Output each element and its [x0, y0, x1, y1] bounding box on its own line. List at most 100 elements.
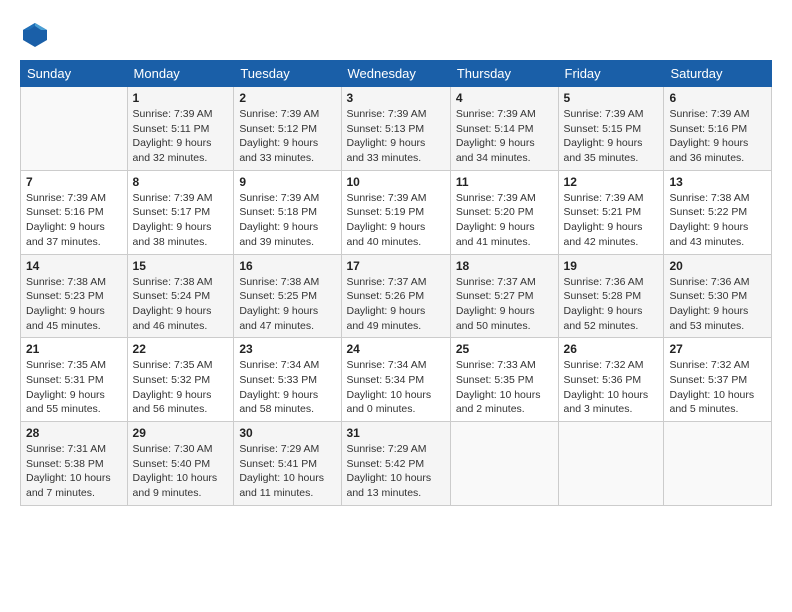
calendar-cell: [664, 422, 772, 506]
calendar-cell: 24 Sunrise: 7:34 AMSunset: 5:34 PMDayligh…: [341, 338, 450, 422]
day-info: Sunrise: 7:35 AMSunset: 5:31 PMDaylight:…: [26, 358, 122, 417]
day-number: 29: [133, 426, 229, 440]
logo: [20, 20, 54, 50]
day-number: 6: [669, 91, 766, 105]
day-info: Sunrise: 7:39 AMSunset: 5:15 PMDaylight:…: [564, 107, 659, 166]
col-header-thursday: Thursday: [450, 61, 558, 87]
week-row-1: 1 Sunrise: 7:39 AMSunset: 5:11 PMDaylight…: [21, 87, 772, 171]
calendar-cell: 12 Sunrise: 7:39 AMSunset: 5:21 PMDayligh…: [558, 170, 664, 254]
week-row-3: 14Sunrise: 7:38 AMSunset: 5:23 PMDayligh…: [21, 254, 772, 338]
calendar-cell: [450, 422, 558, 506]
day-info: Sunrise: 7:39 AMSunset: 5:21 PMDaylight:…: [564, 191, 659, 250]
calendar-cell: 8Sunrise: 7:39 AMSunset: 5:17 PMDaylight…: [127, 170, 234, 254]
calendar-cell: 28 Sunrise: 7:31 AMSunset: 5:38 PMDayligh…: [21, 422, 128, 506]
col-header-friday: Friday: [558, 61, 664, 87]
col-header-monday: Monday: [127, 61, 234, 87]
day-number: 20: [669, 259, 766, 273]
day-number: 24: [347, 342, 445, 356]
day-number: 19: [564, 259, 659, 273]
day-number: 16: [239, 259, 335, 273]
day-info: Sunrise: 7:39 AMSunset: 5:20 PMDaylight:…: [456, 191, 553, 250]
calendar-cell: 1 Sunrise: 7:39 AMSunset: 5:11 PMDaylight…: [127, 87, 234, 171]
day-info: Sunrise: 7:38 AMSunset: 5:25 PMDaylight:…: [239, 275, 335, 334]
day-info: Sunrise: 7:35 AMSunset: 5:32 PMDaylight:…: [133, 358, 229, 417]
day-info: Sunrise: 7:31 AMSunset: 5:38 PMDaylight:…: [26, 442, 122, 501]
day-info: Sunrise: 7:34 AMSunset: 5:33 PMDaylight:…: [239, 358, 335, 417]
day-info: Sunrise: 7:39 AMSunset: 5:16 PMDaylight:…: [26, 191, 122, 250]
day-number: 13: [669, 175, 766, 189]
calendar-cell: 2 Sunrise: 7:39 AMSunset: 5:12 PMDaylight…: [234, 87, 341, 171]
day-info: Sunrise: 7:34 AMSunset: 5:34 PMDaylight:…: [347, 358, 445, 417]
calendar-cell: 19 Sunrise: 7:36 AMSunset: 5:28 PMDayligh…: [558, 254, 664, 338]
day-info: Sunrise: 7:39 AMSunset: 5:18 PMDaylight:…: [239, 191, 335, 250]
day-info: Sunrise: 7:33 AMSunset: 5:35 PMDaylight:…: [456, 358, 553, 417]
col-header-tuesday: Tuesday: [234, 61, 341, 87]
day-info: Sunrise: 7:39 AMSunset: 5:19 PMDaylight:…: [347, 191, 445, 250]
week-row-4: 21Sunrise: 7:35 AMSunset: 5:31 PMDayligh…: [21, 338, 772, 422]
day-number: 12: [564, 175, 659, 189]
day-number: 27: [669, 342, 766, 356]
day-number: 5: [564, 91, 659, 105]
day-info: Sunrise: 7:38 AMSunset: 5:24 PMDaylight:…: [133, 275, 229, 334]
calendar-cell: 23 Sunrise: 7:34 AMSunset: 5:33 PMDayligh…: [234, 338, 341, 422]
calendar-cell: [558, 422, 664, 506]
day-info: Sunrise: 7:32 AMSunset: 5:37 PMDaylight:…: [669, 358, 766, 417]
day-info: Sunrise: 7:30 AMSunset: 5:40 PMDaylight:…: [133, 442, 229, 501]
day-info: Sunrise: 7:37 AMSunset: 5:27 PMDaylight:…: [456, 275, 553, 334]
calendar-cell: 9Sunrise: 7:39 AMSunset: 5:18 PMDaylight…: [234, 170, 341, 254]
day-info: Sunrise: 7:37 AMSunset: 5:26 PMDaylight:…: [347, 275, 445, 334]
day-number: 3: [347, 91, 445, 105]
col-header-saturday: Saturday: [664, 61, 772, 87]
day-info: Sunrise: 7:36 AMSunset: 5:28 PMDaylight:…: [564, 275, 659, 334]
day-number: 7: [26, 175, 122, 189]
day-info: Sunrise: 7:39 AMSunset: 5:12 PMDaylight:…: [239, 107, 335, 166]
calendar-cell: 26Sunrise: 7:32 AMSunset: 5:36 PMDayligh…: [558, 338, 664, 422]
day-info: Sunrise: 7:38 AMSunset: 5:22 PMDaylight:…: [669, 191, 766, 250]
calendar-cell: 4Sunrise: 7:39 AMSunset: 5:14 PMDaylight…: [450, 87, 558, 171]
calendar-cell: 7 Sunrise: 7:39 AMSunset: 5:16 PMDaylight…: [21, 170, 128, 254]
day-info: Sunrise: 7:32 AMSunset: 5:36 PMDaylight:…: [564, 358, 659, 417]
calendar-cell: 21Sunrise: 7:35 AMSunset: 5:31 PMDayligh…: [21, 338, 128, 422]
calendar-cell: 27 Sunrise: 7:32 AMSunset: 5:37 PMDayligh…: [664, 338, 772, 422]
day-number: 30: [239, 426, 335, 440]
day-info: Sunrise: 7:39 AMSunset: 5:11 PMDaylight:…: [133, 107, 229, 166]
calendar-cell: 11 Sunrise: 7:39 AMSunset: 5:20 PMDayligh…: [450, 170, 558, 254]
day-number: 8: [133, 175, 229, 189]
calendar-cell: [21, 87, 128, 171]
day-number: 25: [456, 342, 553, 356]
day-number: 22: [133, 342, 229, 356]
logo-icon: [20, 20, 50, 50]
day-number: 28: [26, 426, 122, 440]
calendar-cell: 16 Sunrise: 7:38 AMSunset: 5:25 PMDayligh…: [234, 254, 341, 338]
day-number: 18: [456, 259, 553, 273]
calendar-cell: 15 Sunrise: 7:38 AMSunset: 5:24 PMDayligh…: [127, 254, 234, 338]
calendar-cell: 3 Sunrise: 7:39 AMSunset: 5:13 PMDaylight…: [341, 87, 450, 171]
day-info: Sunrise: 7:39 AMSunset: 5:14 PMDaylight:…: [456, 107, 553, 166]
col-header-sunday: Sunday: [21, 61, 128, 87]
day-number: 1: [133, 91, 229, 105]
calendar-cell: 29 Sunrise: 7:30 AMSunset: 5:40 PMDayligh…: [127, 422, 234, 506]
day-number: 23: [239, 342, 335, 356]
day-info: Sunrise: 7:36 AMSunset: 5:30 PMDaylight:…: [669, 275, 766, 334]
day-number: 11: [456, 175, 553, 189]
calendar-table: SundayMondayTuesdayWednesdayThursdayFrid…: [20, 60, 772, 506]
day-info: Sunrise: 7:39 AMSunset: 5:13 PMDaylight:…: [347, 107, 445, 166]
page: SundayMondayTuesdayWednesdayThursdayFrid…: [0, 0, 792, 516]
day-number: 10: [347, 175, 445, 189]
day-number: 15: [133, 259, 229, 273]
calendar-cell: 31Sunrise: 7:29 AMSunset: 5:42 PMDayligh…: [341, 422, 450, 506]
calendar-body: 1 Sunrise: 7:39 AMSunset: 5:11 PMDaylight…: [21, 87, 772, 506]
header: [20, 20, 772, 50]
calendar-cell: 6Sunrise: 7:39 AMSunset: 5:16 PMDaylight…: [664, 87, 772, 171]
week-row-2: 7 Sunrise: 7:39 AMSunset: 5:16 PMDaylight…: [21, 170, 772, 254]
day-number: 2: [239, 91, 335, 105]
calendar-cell: 25 Sunrise: 7:33 AMSunset: 5:35 PMDayligh…: [450, 338, 558, 422]
calendar-header-row: SundayMondayTuesdayWednesdayThursdayFrid…: [21, 61, 772, 87]
calendar-cell: 18 Sunrise: 7:37 AMSunset: 5:27 PMDayligh…: [450, 254, 558, 338]
calendar-cell: 10 Sunrise: 7:39 AMSunset: 5:19 PMDayligh…: [341, 170, 450, 254]
calendar-cell: 17Sunrise: 7:37 AMSunset: 5:26 PMDayligh…: [341, 254, 450, 338]
day-number: 14: [26, 259, 122, 273]
calendar-cell: 13 Sunrise: 7:38 AMSunset: 5:22 PMDayligh…: [664, 170, 772, 254]
calendar-cell: 22 Sunrise: 7:35 AMSunset: 5:32 PMDayligh…: [127, 338, 234, 422]
calendar-cell: 14Sunrise: 7:38 AMSunset: 5:23 PMDayligh…: [21, 254, 128, 338]
